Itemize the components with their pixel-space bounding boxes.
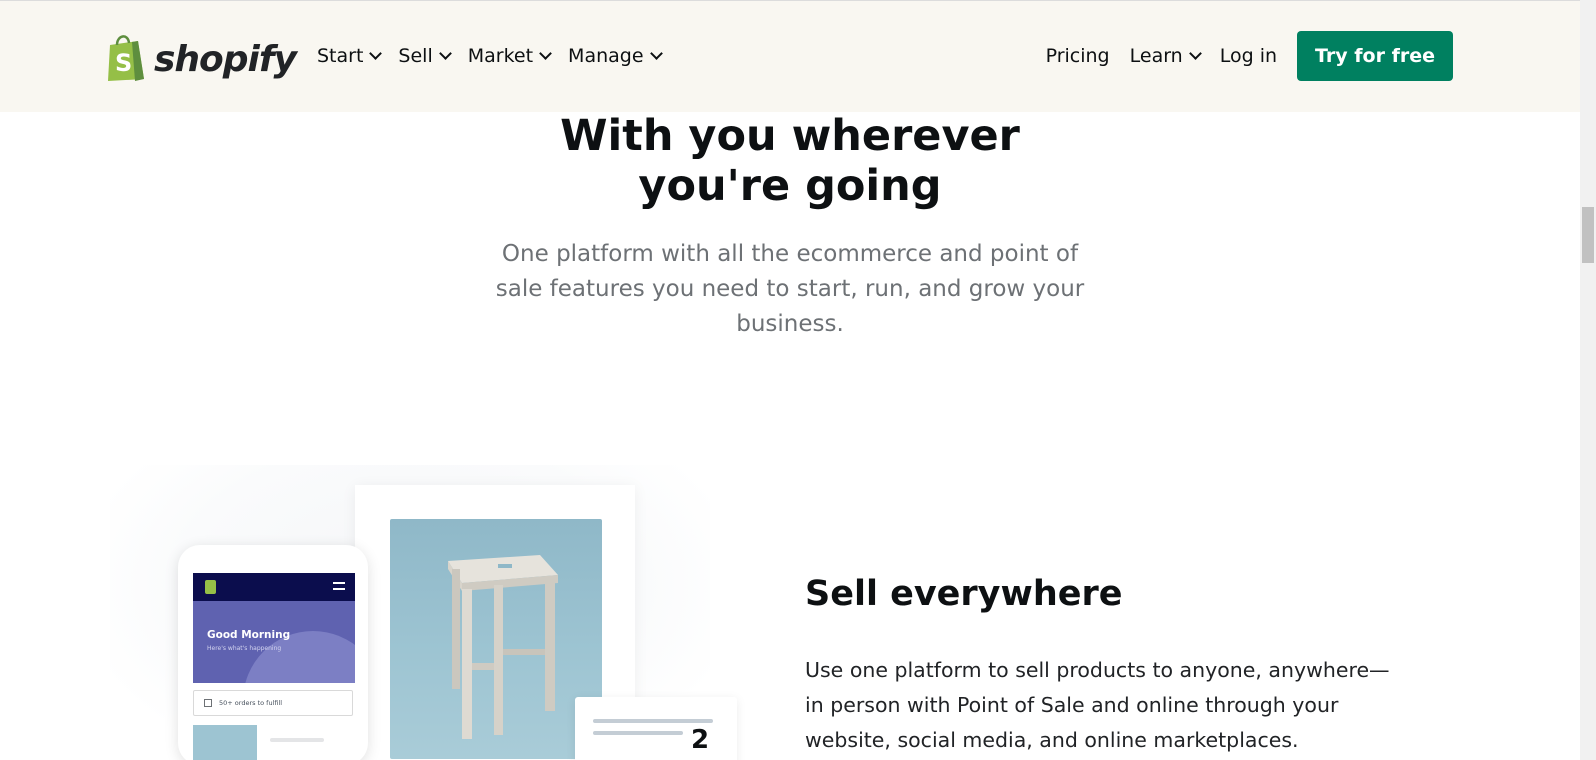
chevron-down-icon [539,47,552,60]
stool-product-image [390,519,602,759]
chevron-down-icon [369,47,383,60]
phone-orders-text: 50+ orders to fulfill [219,699,283,707]
hamburger-menu-icon [333,582,345,590]
order-receipt-card: 2 [575,697,737,760]
shopify-bag-icon [205,580,216,594]
nav-market-label: Market [467,45,534,67]
nav-start-label: Start [317,45,364,67]
nav-sell-label: Sell [398,45,433,67]
hero-subtitle: One platform with all the ecommerce and … [495,241,1085,337]
nav-start[interactable]: Start [317,45,383,67]
hero-title: With you wherever you're going [560,111,1020,211]
phone-greeting: Good Morning [207,629,291,641]
nav-learn-label: Learn [1129,45,1183,67]
phone-text-placeholder [270,738,324,742]
secondary-nav: Pricing Learn Log in Try for free [1046,31,1453,81]
receipt-line [593,731,683,735]
section-body: Use one platform to sell products to any… [805,658,1390,752]
login-link[interactable]: Log in [1220,45,1277,67]
nav-market[interactable]: Market [467,45,552,67]
chevron-down-icon [438,47,452,60]
page-scrollbar[interactable] [1580,0,1596,760]
primary-nav: Start Sell Market Manage [317,45,663,67]
chevron-down-icon [1188,47,1202,60]
phone-greeting-subtitle: Here's what's happening [207,645,282,652]
try-for-free-button[interactable]: Try for free [1297,31,1453,81]
nav-pricing[interactable]: Pricing [1046,45,1110,67]
shopify-logo[interactable]: S shopify [104,31,297,83]
phone-orders-row: 50+ orders to fulfill [193,690,353,716]
logo-wordmark: shopify [154,38,297,80]
nav-manage[interactable]: Manage [568,45,663,67]
phone-product-thumbnail [193,725,257,760]
scrollbar-thumb[interactable] [1582,207,1594,263]
nav-manage-label: Manage [568,45,644,67]
nav-learn[interactable]: Learn [1129,45,1202,67]
page: S shopify Start Sell Market Manage Prici… [0,0,1596,760]
shopping-bag-icon: S [104,31,148,83]
svg-text:S: S [115,49,132,77]
orders-icon [204,699,212,707]
sell-everywhere-illustration: Good Morning Here's what's happening 50+… [110,460,760,760]
chevron-down-icon [649,47,663,60]
nav-sell[interactable]: Sell [398,45,452,67]
receipt-line [593,719,713,723]
section-title: Sell everywhere [805,574,1123,614]
receipt-count: 2 [691,725,710,755]
phone-app-bar [193,573,355,601]
top-navigation-bar: S shopify Start Sell Market Manage Prici… [0,0,1580,112]
phone-greeting-panel: Good Morning Here's what's happening [193,601,355,683]
phone-mockup: Good Morning Here's what's happening 50+… [178,545,368,760]
